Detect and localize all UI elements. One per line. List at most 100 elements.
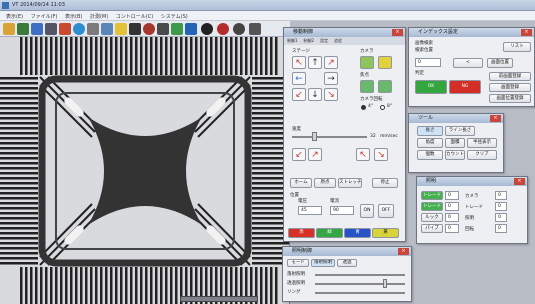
menu-item-system[interactable]: システム(S): [161, 13, 188, 20]
origin-button[interactable]: 原点: [314, 178, 336, 188]
close-icon[interactable]: ×: [514, 178, 525, 185]
focus-near-icon[interactable]: [360, 80, 374, 93]
counter-button[interactable]: カウント: [445, 150, 465, 160]
edit-icon[interactable]: [87, 23, 99, 35]
tab-transmit[interactable]: 透過: [337, 259, 357, 267]
light-row4-label[interactable]: パイプ: [421, 224, 443, 233]
image-icon[interactable]: [31, 23, 43, 35]
grid-icon[interactable]: [101, 23, 113, 35]
menu-item-control[interactable]: コントロール(C): [116, 13, 153, 20]
color-red-button[interactable]: 赤: [288, 228, 315, 238]
monitor-icon[interactable]: [171, 23, 183, 35]
current-field[interactable]: 90: [330, 206, 354, 215]
close-icon[interactable]: ×: [490, 115, 501, 122]
tab-settings[interactable]: 設定: [317, 37, 331, 45]
stage-down-left-button[interactable]: ↙: [292, 88, 306, 101]
stage-down-button[interactable]: ↓: [308, 88, 322, 101]
off-button[interactable]: OFF: [378, 204, 394, 218]
light-row3-value[interactable]: 0: [445, 213, 459, 222]
exit-icon[interactable]: [249, 23, 261, 35]
tilt-right-down-button[interactable]: ↘: [374, 148, 388, 161]
print-icon[interactable]: [45, 23, 57, 35]
tilt-right-up-button[interactable]: ↗: [308, 148, 322, 161]
menu-item-file[interactable]: ファイル(F): [31, 13, 58, 20]
light-row1-value[interactable]: 0: [445, 191, 459, 200]
length-button[interactable]: 長さ: [417, 126, 443, 136]
prev-button[interactable]: <: [453, 58, 483, 68]
on-button[interactable]: ON: [360, 204, 374, 218]
menu-item-edit[interactable]: 表示(E): [6, 13, 23, 20]
epi-light-slider[interactable]: [315, 274, 405, 276]
tab-epi-light[interactable]: 落射照明: [311, 259, 335, 267]
angle-button[interactable]: 角度: [417, 138, 443, 148]
stage-up-left-button[interactable]: ↖: [292, 56, 306, 69]
ok-button[interactable]: OK: [415, 80, 447, 94]
line-length-button[interactable]: ライン長さ: [445, 126, 475, 136]
screen-register-button[interactable]: 画面登録: [489, 83, 531, 92]
voltage-field[interactable]: 45: [298, 206, 322, 215]
zoom-icon[interactable]: [201, 23, 213, 35]
menu-item-measure[interactable]: 計測(M): [90, 13, 108, 20]
stop-button[interactable]: 停止: [372, 178, 398, 188]
stage-down-right-button[interactable]: ↘: [324, 88, 338, 101]
light-row2-label[interactable]: トレード: [421, 202, 443, 211]
save-icon[interactable]: [17, 23, 29, 35]
tab-control2[interactable]: 制御2: [301, 37, 318, 45]
stage-icon[interactable]: [143, 23, 155, 35]
menu-item-view[interactable]: 表示(B): [65, 13, 82, 20]
tab-control1[interactable]: 制御1: [284, 37, 301, 45]
transmit-light-slider[interactable]: [315, 283, 405, 285]
light-row4-value2[interactable]: 0: [495, 224, 507, 233]
list-button[interactable]: リスト: [503, 42, 531, 52]
zoom-out-icon[interactable]: [378, 56, 392, 69]
ng-button[interactable]: NG: [449, 80, 481, 94]
stage-right-button[interactable]: →: [324, 72, 338, 85]
image-view[interactable]: [0, 37, 290, 304]
screen-position-register-button[interactable]: 画面位置登録: [489, 94, 531, 103]
clear-button[interactable]: クリア: [467, 150, 497, 160]
globe-icon[interactable]: [73, 23, 85, 35]
measure-icon[interactable]: [59, 23, 71, 35]
light-row3-label[interactable]: ルック: [421, 213, 443, 222]
tilt-left-down-button[interactable]: ↙: [292, 148, 306, 161]
stage-up-right-button[interactable]: ↗: [324, 56, 338, 69]
capture-icon[interactable]: [129, 23, 141, 35]
stage-up-button[interactable]: ↑: [308, 56, 322, 69]
stage-left-button[interactable]: ←: [292, 72, 306, 85]
transmit-slider-thumb[interactable]: [383, 279, 387, 288]
rotate-4-radio[interactable]: [361, 105, 366, 110]
light-row1-value2[interactable]: 0: [495, 191, 507, 200]
close-icon[interactable]: ×: [392, 29, 403, 36]
color-yellow-button[interactable]: 黄: [372, 228, 399, 238]
radius-button[interactable]: 半径表示: [467, 138, 497, 148]
color-green-button[interactable]: 緑: [316, 228, 343, 238]
count-button[interactable]: 個数: [417, 150, 443, 160]
screen-position-button[interactable]: 画面位置: [487, 58, 513, 68]
tab-follow[interactable]: 追従: [331, 37, 345, 45]
area-button[interactable]: 面積: [445, 138, 465, 148]
rect-icon[interactable]: [185, 23, 197, 35]
light-row1-label[interactable]: トレード: [421, 191, 443, 200]
rotate-8-radio[interactable]: [380, 105, 385, 110]
align-icon[interactable]: [157, 23, 169, 35]
home-button[interactable]: ホーム: [290, 178, 312, 188]
light-row3-value2[interactable]: 0: [495, 213, 507, 222]
target-icon[interactable]: [217, 23, 229, 35]
settings-icon[interactable]: [233, 23, 245, 35]
light-row2-value2[interactable]: 0: [495, 202, 507, 211]
close-icon[interactable]: ×: [398, 248, 409, 255]
index-field[interactable]: 0: [415, 58, 441, 67]
close-icon[interactable]: ×: [521, 29, 532, 36]
horizontal-scrollbar[interactable]: [180, 296, 258, 302]
open-icon[interactable]: [3, 23, 15, 35]
focus-far-icon[interactable]: [378, 80, 392, 93]
prev-screen-register-button[interactable]: 前画面登録: [489, 72, 531, 81]
stretch-button[interactable]: ストレッチ: [338, 178, 362, 188]
ring-light-slider[interactable]: [315, 292, 405, 294]
speed-slider[interactable]: [292, 136, 367, 138]
light-row2-value[interactable]: 0: [445, 202, 459, 211]
speed-slider-thumb[interactable]: [312, 132, 317, 141]
zoom-in-icon[interactable]: [360, 56, 374, 69]
color-blue-button[interactable]: 青: [344, 228, 371, 238]
tab-mode[interactable]: モード: [287, 259, 309, 267]
